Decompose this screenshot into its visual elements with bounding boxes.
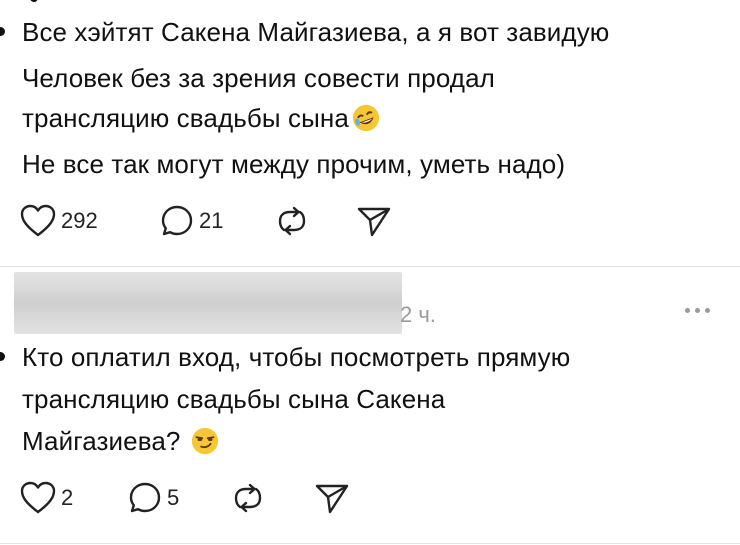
smirking-face-emoji-icon [192,427,219,455]
send-icon [357,207,391,237]
reply-count: 21 [199,208,224,233]
post-text-line: Все хэйтят Сакена Майгазиева, а я вот за… [22,17,610,47]
like-count: 292 [61,208,98,233]
post-text-line: Человек без за зрения совести продал [22,63,495,93]
like-count: 2 [61,485,74,510]
post-divider [0,266,740,267]
comment-bubble-icon [129,482,161,513]
repost-icon [278,206,306,236]
post-text-line: трансляцию свадьбы сына Сакена [22,384,446,414]
reply-button[interactable]: 5 [128,478,179,518]
send-icon [315,484,349,514]
post-text: Майгазиева? [22,426,181,456]
reply-count: 5 [167,485,180,510]
like-button[interactable]: 2 [20,478,73,518]
post-text-line: Не все так могут между прочим, уметь над… [22,149,566,179]
rolling-laughing-emoji-icon [352,104,380,132]
share-button[interactable] [356,201,392,241]
post-2: Кто оплатил вход, чтобы посмотреть пряму… [0,268,740,545]
repost-icon [234,483,262,513]
comment-bubble-icon [161,205,193,236]
heart-icon [20,204,56,237]
thread-indicator [0,352,5,361]
heart-icon [20,481,56,514]
repost-button[interactable] [232,478,264,518]
thread-indicator [0,27,5,36]
post-text: трансляцию свадьбы сына [22,103,349,133]
post-1: Все хэйтят Сакена Майгазиева, а я вот за… [0,0,740,266]
post-divider [0,543,740,544]
action-bar: 2 5 [0,478,740,518]
post-text-line-with-emoji: трансляцию свадьбы сына [22,101,381,135]
repost-button[interactable] [276,201,308,241]
action-bar: 292 21 [0,201,740,241]
post-text-line: Кто оплатил вход, чтобы посмотреть пряму… [22,342,571,372]
post-text-line-with-emoji: Майгазиева? [22,424,220,458]
like-button[interactable]: 292 [20,201,98,241]
reply-button[interactable]: 21 [160,201,223,241]
share-button[interactable] [314,478,350,518]
